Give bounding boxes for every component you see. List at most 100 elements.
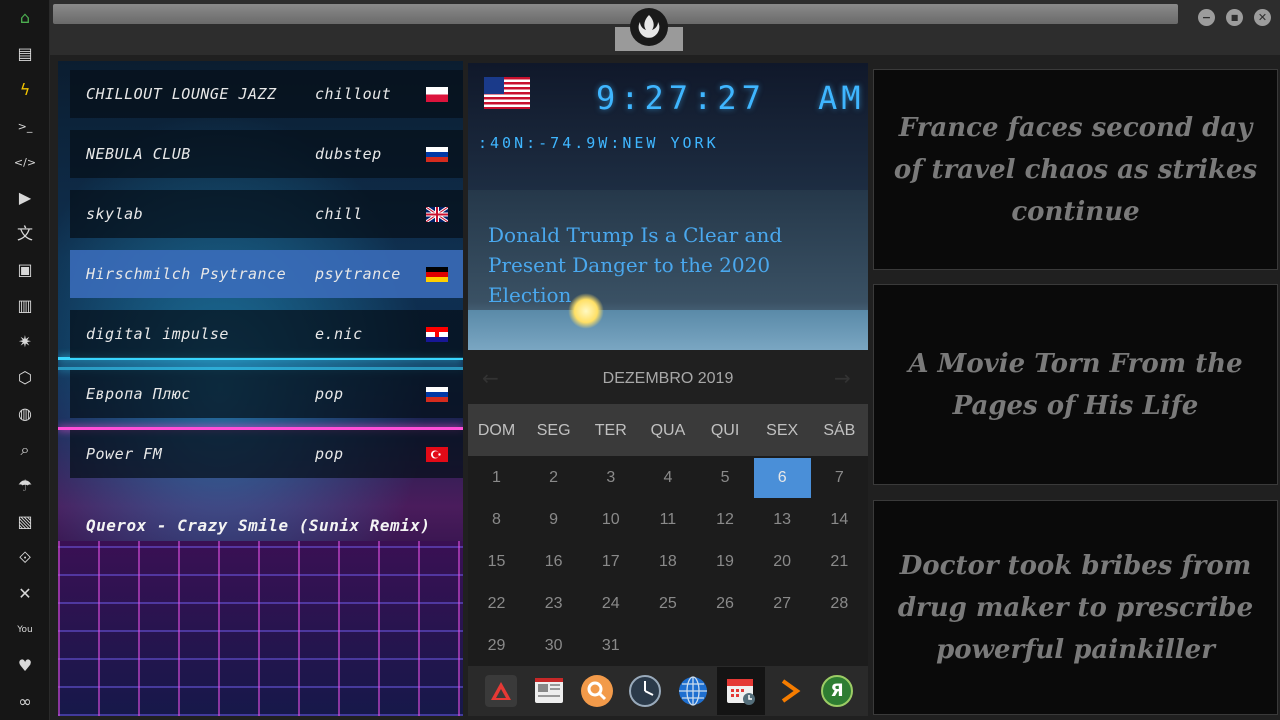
croatia-flag-icon xyxy=(426,326,448,342)
station-row[interactable]: digital impulse e.nic xyxy=(70,310,463,358)
calendar-app-icon[interactable] xyxy=(717,667,765,715)
translate-icon[interactable]: 文 xyxy=(13,222,37,246)
calendar-day[interactable]: 2 xyxy=(525,458,582,498)
calendar-day[interactable]: 23 xyxy=(525,584,582,624)
featured-news[interactable]: Donald Trump Is a Clear and Present Dang… xyxy=(468,190,868,350)
document-icon[interactable]: ▤ xyxy=(13,42,37,66)
headline-text[interactable]: A Movie Torn From the Pages of His Life xyxy=(882,343,1269,427)
play-arrow-app-icon[interactable] xyxy=(771,673,807,709)
calendar-day[interactable]: 9 xyxy=(525,500,582,540)
calendar-day[interactable]: 17 xyxy=(582,542,639,582)
station-row[interactable]: Hirschmilch Psytrance psytrance xyxy=(70,250,463,298)
sea-background xyxy=(468,310,868,350)
now-playing-title: Querox - Crazy Smile (Sunix Remix) xyxy=(86,516,431,535)
headline-card[interactable]: Doctor took bribes from drug maker to pr… xyxy=(873,500,1278,715)
weekday-label: DOM xyxy=(477,422,516,439)
desktop: ⌂ ▤ ϟ >_ </> ▶ 文 ▣ ▥ ✷ ⬡ ◍ ⌕ ☂ ▧ ⟐ ✕ You ♥ ∞ − ■ ✕ Querox -… xyxy=(0,0,1280,720)
calendar-day[interactable]: 31 xyxy=(582,626,639,666)
maximize-button[interactable]: ■ xyxy=(1226,9,1243,26)
station-name: Европа Плюс xyxy=(86,385,191,403)
calendar-day[interactable]: 4 xyxy=(639,458,696,498)
calendar-day[interactable]: 24 xyxy=(582,584,639,624)
close-button[interactable]: ✕ xyxy=(1254,9,1271,26)
calendar-day[interactable]: 7 xyxy=(811,458,868,498)
globe-app-icon[interactable] xyxy=(675,673,711,709)
calendar-day[interactable]: 26 xyxy=(697,584,754,624)
calendar-day[interactable]: 15 xyxy=(468,542,525,582)
triangle-app-icon[interactable] xyxy=(483,673,519,709)
calendar-header: ← DEZEMBRO 2019 → xyxy=(468,356,868,404)
calendar-day[interactable]: 30 xyxy=(525,626,582,666)
calendar-day[interactable]: 25 xyxy=(639,584,696,624)
clock-location: :40N:-74.9W:NEW YORK xyxy=(478,134,719,152)
uk-flag-icon xyxy=(426,206,448,222)
youtube-icon[interactable]: You xyxy=(13,618,37,642)
search-app-icon[interactable] xyxy=(579,673,615,709)
calendar-day[interactable]: 27 xyxy=(754,584,811,624)
calendar-day[interactable]: 29 xyxy=(468,626,525,666)
headline-text[interactable]: France faces second day of travel chaos … xyxy=(882,107,1269,233)
calendar-month-title: DEZEMBRO 2019 xyxy=(602,370,734,387)
weekday-label: QUI xyxy=(710,422,740,439)
lightning-icon[interactable]: ϟ xyxy=(13,78,37,102)
station-name: Hirschmilch Psytrance xyxy=(86,265,287,283)
calendar-day-today[interactable]: 6 xyxy=(753,458,811,498)
news-app-icon[interactable] xyxy=(531,673,567,709)
weekday-label: QUA xyxy=(650,422,686,439)
calendar-day[interactable]: 1 xyxy=(468,458,525,498)
calendar-day[interactable]: 20 xyxy=(754,542,811,582)
station-row[interactable]: CHILLOUT LOUNGE JAZZ chillout xyxy=(70,70,463,118)
calendar-day[interactable]: 5 xyxy=(697,458,754,498)
calendar-day[interactable]: 28 xyxy=(811,584,868,624)
yandex-app-icon[interactable]: Я xyxy=(819,673,855,709)
calendar-day[interactable]: 11 xyxy=(639,500,696,540)
tools-icon[interactable]: ✕ xyxy=(13,582,37,606)
link-icon[interactable]: ⟐ xyxy=(13,546,37,570)
hexagon-icon[interactable]: ⬡ xyxy=(13,366,37,390)
code-icon[interactable]: </> xyxy=(13,150,37,174)
russia-flag-icon xyxy=(426,386,448,402)
featured-headline[interactable]: Donald Trump Is a Clear and Present Dang… xyxy=(488,220,858,310)
calendar-day[interactable]: 19 xyxy=(697,542,754,582)
station-row[interactable]: NEBULA CLUB dubstep xyxy=(70,130,463,178)
world-clock: 9:27:27 AM :40N:-74.9W:NEW YORK xyxy=(468,63,868,190)
station-row[interactable]: Европа Плюс pop xyxy=(70,370,463,418)
heart-icon[interactable]: ♥ xyxy=(13,654,37,678)
calendar-day[interactable]: 14 xyxy=(811,500,868,540)
headline-card[interactable]: France faces second day of travel chaos … xyxy=(873,69,1278,270)
calendar-day[interactable]: 21 xyxy=(811,542,868,582)
weekday-label: SEX xyxy=(766,422,799,439)
station-row[interactable]: skylab chill xyxy=(70,190,463,238)
news-icon[interactable]: ▥ xyxy=(13,294,37,318)
globe-icon[interactable]: ◍ xyxy=(13,402,37,426)
search-icon[interactable]: ⌕ xyxy=(13,438,37,462)
minimize-button[interactable]: − xyxy=(1198,9,1215,26)
calendar-day[interactable]: 18 xyxy=(639,542,696,582)
umbrella-icon[interactable]: ☂ xyxy=(13,474,37,498)
title-bar[interactable] xyxy=(53,4,1178,24)
rebel-alliance-logo-icon[interactable] xyxy=(630,8,668,46)
calendar-day[interactable]: 3 xyxy=(582,458,639,498)
terminal-icon[interactable]: >_ xyxy=(13,114,37,138)
germany-flag-icon xyxy=(426,266,448,282)
calendar-day[interactable]: 22 xyxy=(468,584,525,624)
contacts-icon[interactable]: ▧ xyxy=(13,510,37,534)
rebel-alliance-icon[interactable]: ✷ xyxy=(13,330,37,354)
image-icon[interactable]: ▣ xyxy=(13,258,37,282)
synthwave-grid xyxy=(58,541,463,716)
headline-card[interactable]: A Movie Torn From the Pages of His Life xyxy=(873,284,1278,485)
home-icon[interactable]: ⌂ xyxy=(13,6,37,30)
station-row[interactable]: Power FM pop xyxy=(70,430,463,478)
calendar-day[interactable]: 12 xyxy=(697,500,754,540)
calendar-day[interactable]: 16 xyxy=(525,542,582,582)
calendar-day[interactable]: 10 xyxy=(582,500,639,540)
play-icon[interactable]: ▶ xyxy=(13,186,37,210)
calendar-day[interactable]: 8 xyxy=(468,500,525,540)
station-genre: chill xyxy=(315,205,363,223)
station-name: NEBULA CLUB xyxy=(86,145,191,163)
infinity-icon[interactable]: ∞ xyxy=(13,690,37,714)
clock-app-icon[interactable] xyxy=(627,673,663,709)
headline-text[interactable]: Doctor took bribes from drug maker to pr… xyxy=(882,545,1269,671)
next-month-icon[interactable]: → xyxy=(834,366,851,390)
calendar-day[interactable]: 13 xyxy=(754,500,811,540)
